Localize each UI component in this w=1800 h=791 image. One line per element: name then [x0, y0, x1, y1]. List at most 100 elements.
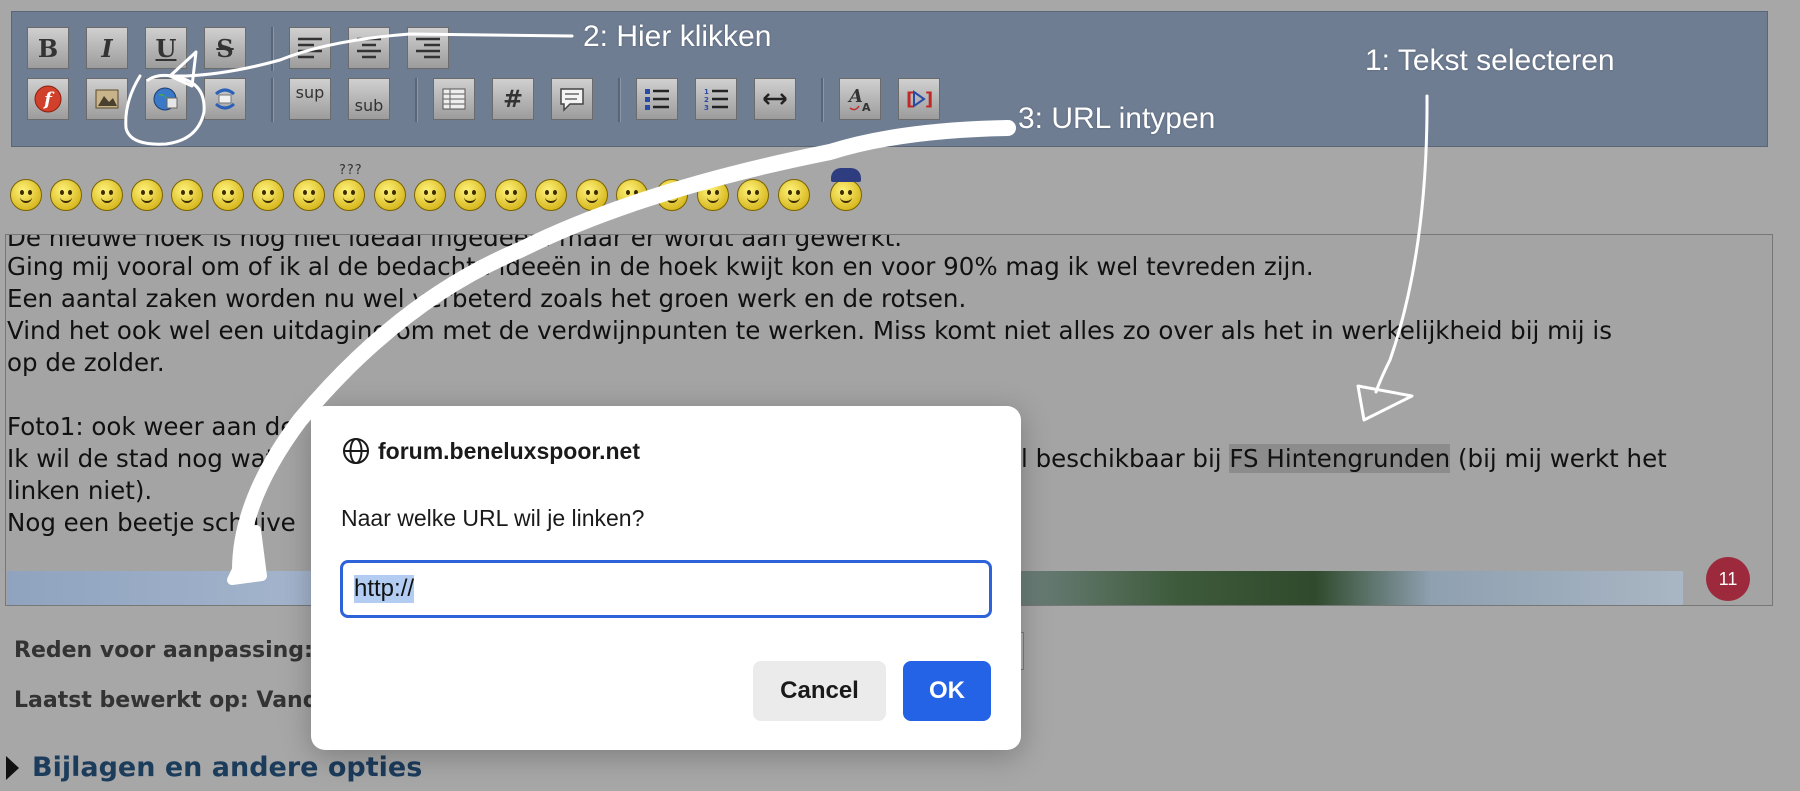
source-toggle-icon: []: [906, 89, 933, 110]
bullet-list-button[interactable]: [636, 78, 678, 120]
selected-text[interactable]: FS Hintengrunden: [1229, 444, 1451, 473]
url-input-value: http://: [354, 575, 415, 603]
ok-button[interactable]: OK: [903, 661, 991, 721]
forum-editor-page: B I U S f sup sub # 1 2 3 A A [] ??? De…: [0, 0, 1800, 791]
url-input[interactable]: http://: [340, 560, 992, 618]
editor-line: Een aantal zaken worden nu wel verbeterd…: [7, 284, 967, 313]
annotation-step3: 3: URL intypen: [1018, 102, 1216, 135]
underline-button[interactable]: U: [145, 27, 187, 69]
image-icon: [95, 89, 119, 109]
svg-text:A: A: [847, 86, 863, 107]
smiley-police-icon[interactable]: [830, 179, 862, 211]
align-left-button[interactable]: [289, 27, 331, 69]
dialog-message: Naar welke URL wil je linken?: [341, 505, 645, 531]
smiley-cool-icon[interactable]: [293, 179, 325, 211]
smiley-embarrassed-icon[interactable]: [454, 179, 486, 211]
italic-icon: I: [101, 33, 113, 63]
editor-line: Vind het ook wel een uitdaging om met de…: [7, 316, 1612, 345]
insert-code-button[interactable]: #: [492, 78, 534, 120]
superscript-label: sup: [295, 83, 325, 102]
smiley-tongue-icon[interactable]: [414, 179, 446, 211]
toolbar-separator: [821, 78, 824, 122]
horizontal-rule-button[interactable]: [754, 78, 796, 120]
smiley-huh-icon[interactable]: [333, 179, 365, 211]
insert-link-button[interactable]: [145, 78, 187, 120]
annotation-step1: 1: Tekst selecteren: [1365, 44, 1615, 77]
subscript-label: sub: [354, 96, 384, 115]
table-icon: [442, 88, 466, 110]
notification-badge[interactable]: 11: [1706, 557, 1750, 601]
last-edited-label: Laatst bewerkt op: Vand: [14, 688, 319, 713]
editor-line: Ging mij vooral om of ik al de bedachte …: [7, 252, 1314, 281]
insert-email-button[interactable]: [204, 78, 246, 120]
smiley-angry-icon[interactable]: [171, 179, 203, 211]
attachments-options-link[interactable]: Bijlagen en andere opties: [32, 752, 422, 783]
smiley-angel-icon[interactable]: [778, 179, 810, 211]
underline-icon: U: [155, 33, 177, 63]
subscript-button[interactable]: sub: [348, 78, 390, 120]
align-center-icon: [357, 37, 381, 59]
smiley-azn-icon[interactable]: [697, 179, 729, 211]
numbered-list-icon: 123: [704, 88, 728, 112]
editor-line: linken niet).: [7, 476, 153, 505]
hash-icon: #: [502, 85, 524, 113]
numbered-list-button[interactable]: 123: [695, 78, 737, 120]
insert-table-button[interactable]: [433, 78, 475, 120]
editor-text: (bij mij werkt het: [1450, 444, 1667, 473]
editor-line-continuation: al beschikbaar bij FS Hintengrunden (bij…: [1006, 444, 1667, 473]
align-left-icon: [298, 37, 322, 59]
align-right-button[interactable]: [407, 27, 449, 69]
globe-link-icon: [153, 87, 178, 111]
formatting-toolbar: B I U S f sup sub # 1 2 3 A A []: [11, 11, 1768, 147]
svg-text:[: [: [906, 89, 914, 110]
smiley-sad-icon[interactable]: [212, 179, 244, 211]
wysiwyg-toggle-button[interactable]: []: [898, 78, 940, 120]
smiley-afro-icon[interactable]: [737, 179, 769, 211]
smiley-rolleyes-icon[interactable]: [374, 179, 406, 211]
smiley-smile-icon[interactable]: [10, 179, 42, 211]
italic-button[interactable]: I: [86, 27, 128, 69]
expand-arrow-icon[interactable]: [6, 756, 19, 780]
toolbar-separator: [618, 78, 621, 122]
cancel-button[interactable]: Cancel: [753, 661, 886, 721]
toolbar-separator: [415, 78, 418, 122]
editor-line: Foto1: ook weer aan de: [7, 412, 296, 441]
smiley-evil-icon[interactable]: [656, 179, 688, 211]
smiley-kiss-icon[interactable]: [576, 179, 608, 211]
align-center-button[interactable]: [348, 27, 390, 69]
svg-text:3: 3: [704, 104, 709, 112]
editor-line: op de zolder.: [7, 348, 165, 377]
horizontal-rule-icon: [763, 93, 787, 105]
flash-icon: f: [34, 85, 62, 113]
superscript-button[interactable]: sup: [289, 78, 331, 120]
bullet-list-icon: [645, 89, 669, 110]
strikethrough-icon: S: [216, 33, 234, 63]
spellcheck-button[interactable]: AA: [839, 78, 881, 120]
smiley-cheesy-icon[interactable]: [91, 179, 123, 211]
insert-quote-button[interactable]: [551, 78, 593, 120]
align-right-icon: [416, 37, 440, 59]
editor-line: Ik wil de stad nog wat: [7, 444, 276, 473]
smiley-grin-icon[interactable]: [131, 179, 163, 211]
toolbar-separator: [271, 27, 274, 71]
dialog-header: forum.beneluxspoor.net: [341, 436, 640, 466]
bold-button[interactable]: B: [27, 27, 69, 69]
editor-line: Nog een beetje schuive: [7, 508, 296, 537]
svg-text:]: ]: [925, 89, 933, 110]
url-prompt-dialog: forum.beneluxspoor.net Naar welke URL wi…: [311, 406, 1021, 750]
svg-text:1: 1: [704, 88, 709, 96]
smiley-lipsrsealed-icon[interactable]: [495, 179, 527, 211]
smiley-cry-icon[interactable]: [616, 179, 648, 211]
reason-label: Reden voor aanpassing:: [14, 638, 313, 663]
smiley-shocked-icon[interactable]: [252, 179, 284, 211]
strikethrough-button[interactable]: S: [204, 27, 246, 69]
insert-image-button[interactable]: [86, 78, 128, 120]
smiley-huh-label: ???: [339, 163, 363, 178]
quote-icon: [560, 88, 584, 112]
smiley-wink-icon[interactable]: [50, 179, 82, 211]
smiley-undecided-icon[interactable]: [535, 179, 567, 211]
editor-text: al beschikbaar bij: [1006, 444, 1230, 473]
email-link-icon: [215, 88, 235, 110]
editor-line: De nieuwe hoek is nog niet ideaal ingede…: [7, 234, 903, 252]
flash-button[interactable]: f: [27, 78, 69, 120]
